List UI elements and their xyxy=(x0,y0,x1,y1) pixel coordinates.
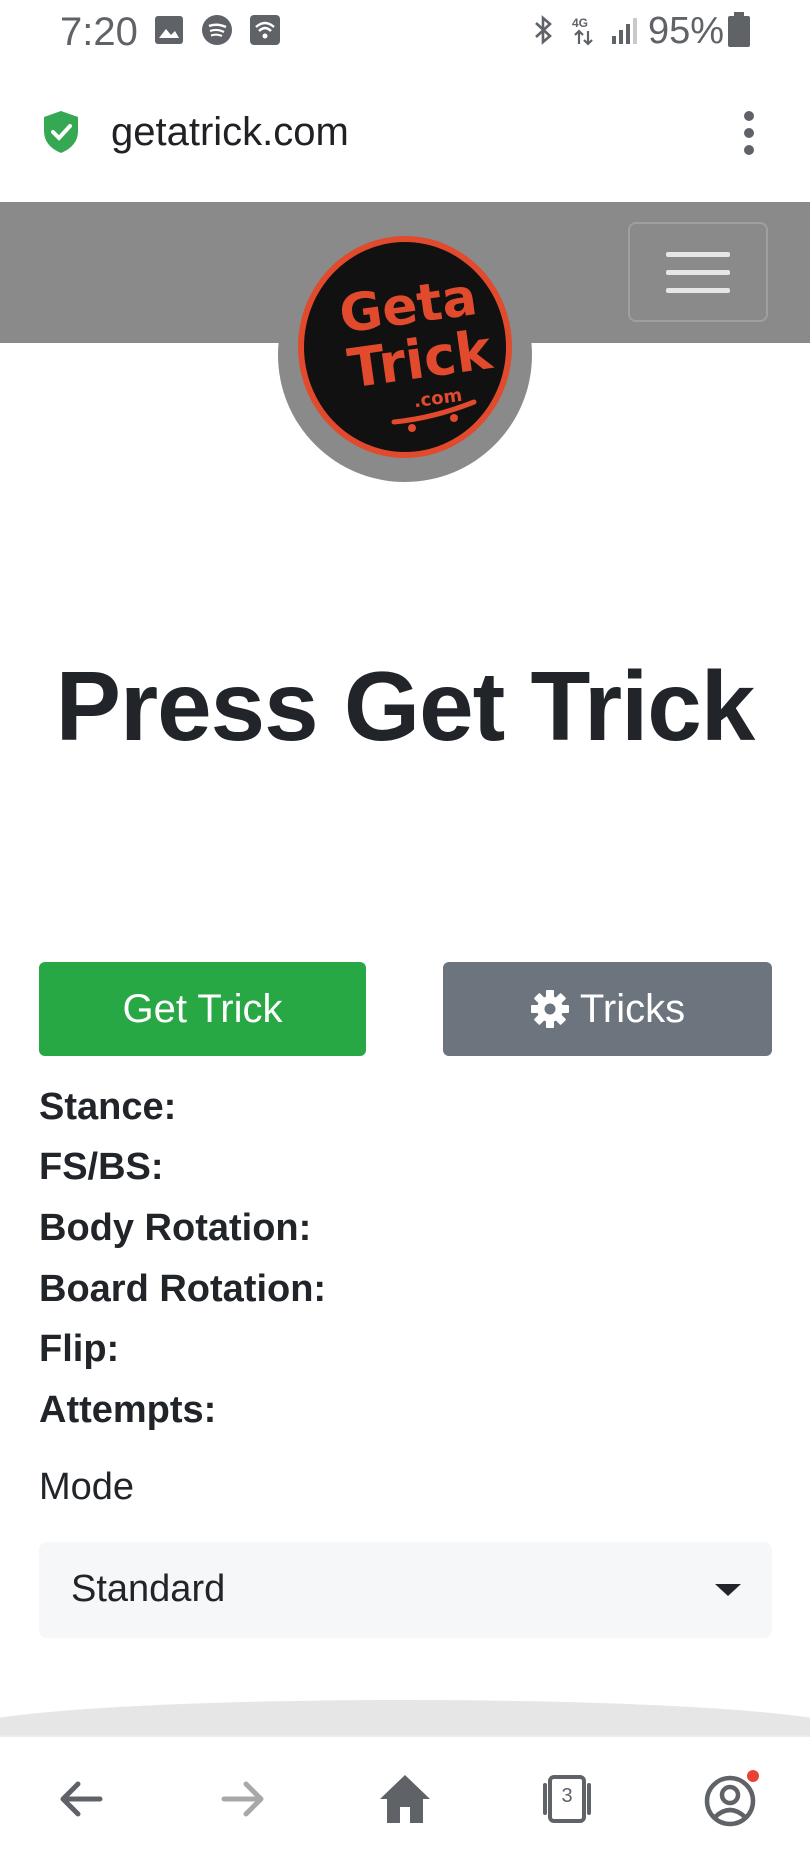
bluetooth-icon xyxy=(535,15,552,45)
tabs-button[interactable]: 3 xyxy=(537,1769,597,1829)
fs-bs-label: FS/BS: xyxy=(39,1146,164,1188)
menu-line xyxy=(666,270,730,275)
svg-text:4G: 4G xyxy=(572,16,588,30)
stance-label: Stance: xyxy=(39,1086,177,1128)
tricks-settings-button[interactable]: Tricks xyxy=(443,962,772,1056)
battery-icon xyxy=(728,12,750,47)
more-options-icon[interactable] xyxy=(734,110,764,156)
caret-down-icon xyxy=(715,1584,741,1596)
menu-line xyxy=(666,252,730,257)
mode-label: Mode xyxy=(39,1466,135,1508)
gallery-icon xyxy=(155,16,183,44)
home-icon[interactable] xyxy=(375,1769,435,1829)
body-rotation-label: Body Rotation: xyxy=(39,1207,312,1249)
menu-line xyxy=(666,288,730,293)
mode-selected-value: Standard xyxy=(71,1568,226,1610)
wifi-calling-icon xyxy=(250,15,280,45)
browser-bottom-nav: 3 xyxy=(0,1735,810,1860)
mode-select[interactable]: Standard xyxy=(39,1542,772,1638)
url-text[interactable]: getatrick.com xyxy=(111,110,349,155)
browser-url-bar: getatrick.com xyxy=(0,66,810,202)
gear-icon xyxy=(530,990,569,1028)
network-4g-icon: 4G xyxy=(572,16,593,46)
board-rotation-label: Board Rotation: xyxy=(39,1268,327,1310)
status-time: 7:20 xyxy=(60,10,138,54)
menu-toggle-button[interactable] xyxy=(628,222,768,322)
site-logo[interactable]: Geta Trick .com xyxy=(298,236,512,458)
page-heading: Press Get Trick xyxy=(55,651,756,761)
account-icon[interactable] xyxy=(700,1769,760,1829)
get-trick-label: Get Trick xyxy=(122,986,283,1031)
flip-label: Flip: xyxy=(39,1328,120,1370)
secure-shield-icon[interactable] xyxy=(42,110,80,154)
forward-arrow-icon[interactable] xyxy=(212,1769,272,1829)
logo-art: Geta Trick .com xyxy=(336,267,497,432)
status-bar: 7:20 4G 95% xyxy=(0,0,810,66)
signal-icon xyxy=(612,18,637,44)
back-arrow-icon[interactable] xyxy=(52,1769,112,1829)
spotify-icon xyxy=(202,15,232,45)
tricks-label: Tricks xyxy=(579,986,686,1031)
attempts-label: Attempts: xyxy=(39,1389,217,1431)
get-trick-button[interactable]: Get Trick xyxy=(39,962,366,1056)
battery-percent: 95% xyxy=(648,10,725,52)
tab-count: 3 xyxy=(561,1785,573,1807)
